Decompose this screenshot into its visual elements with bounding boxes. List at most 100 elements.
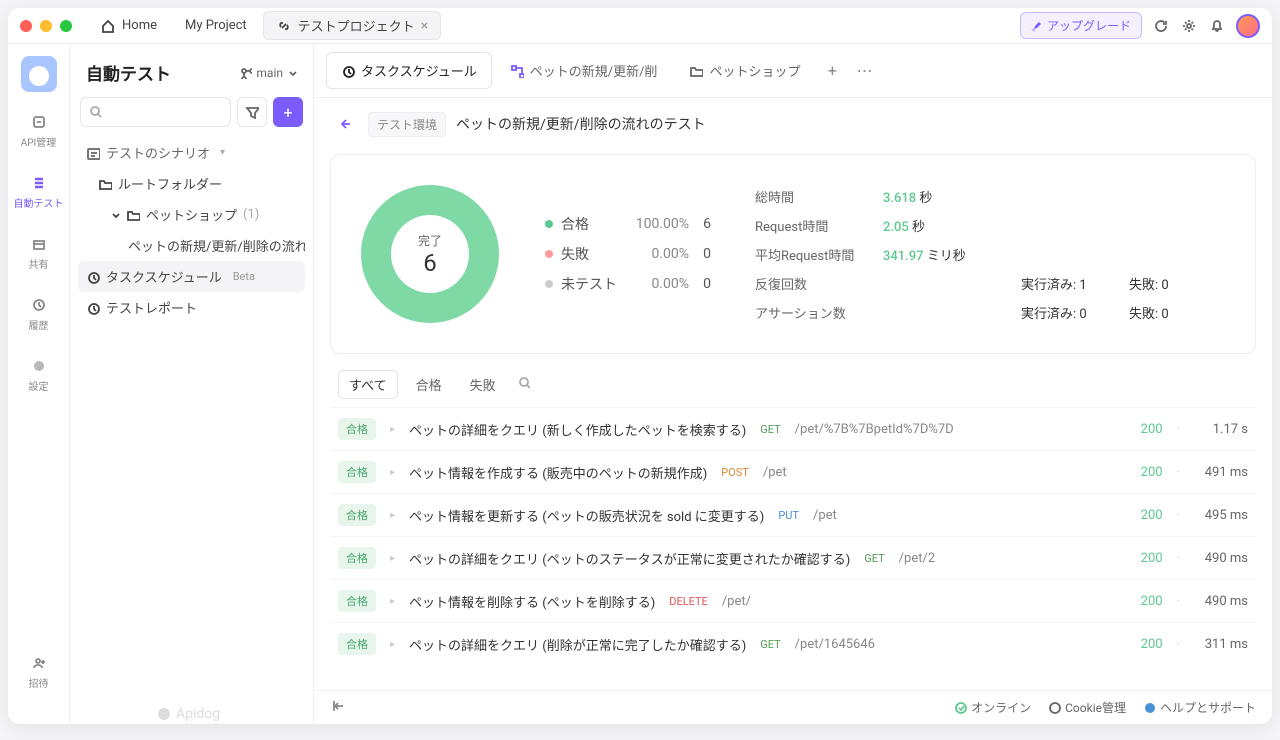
- tree-petshop-count: (1): [243, 207, 259, 222]
- stat-assert-fail: 失敗: 0: [1129, 303, 1199, 322]
- http-method: GET: [760, 638, 780, 651]
- test-icon: [31, 175, 47, 191]
- active-project-tab[interactable]: テストプロジェクト ×: [263, 11, 442, 40]
- add-button[interactable]: +: [273, 97, 303, 127]
- result-row[interactable]: 合格 ▸ ペット情報を更新する (ペットの販売状況を sold に変更する) P…: [330, 493, 1256, 536]
- workspace-avatar[interactable]: [21, 56, 57, 92]
- share-icon: [31, 236, 47, 252]
- rail-api[interactable]: API管理: [8, 110, 69, 153]
- tab-petshop[interactable]: ペットショップ: [675, 53, 814, 88]
- tree-petflow-label: ペットの新規/更新/削除の流れ: [128, 236, 305, 255]
- user-avatar[interactable]: [1236, 14, 1260, 38]
- status-badge: 合格: [338, 504, 376, 526]
- filter-pass[interactable]: 合格: [406, 371, 452, 398]
- rail-share[interactable]: 共有: [8, 232, 69, 275]
- tree-report[interactable]: テストレポート: [78, 292, 305, 323]
- result-row[interactable]: 合格 ▸ ペット情報を削除する (ペットを削除する) DELETE /pet/ …: [330, 579, 1256, 622]
- tree-schedule[interactable]: タスクスケジュール Beta: [78, 261, 305, 292]
- chevron-icon: ▸: [390, 639, 395, 650]
- tree-petshop-label: ペットショップ: [146, 205, 237, 224]
- tree-root-folder-label: ルートフォルダー: [118, 174, 222, 193]
- http-method: POST: [721, 466, 749, 479]
- legend-untested-pct: 0.00%: [625, 276, 689, 292]
- environment-badge: テスト環境: [368, 112, 446, 137]
- request-path: /pet: [763, 465, 787, 480]
- rail-autotest[interactable]: 自動テスト: [8, 171, 69, 214]
- maximize-window[interactable]: [60, 20, 72, 32]
- status-code: 200: [1141, 422, 1163, 437]
- legend-fail: 失敗 0.00% 0: [545, 244, 715, 264]
- stat-avg-req-label: 平均Request時間: [755, 245, 865, 264]
- upgrade-button[interactable]: アップグレード: [1020, 12, 1142, 39]
- page-title: ペットの新規/更新/削除の流れのテスト: [456, 114, 706, 134]
- refresh-icon[interactable]: [1152, 17, 1170, 35]
- status-code: 200: [1141, 508, 1163, 523]
- legend-pass-count: 6: [697, 216, 711, 232]
- more-tabs-button[interactable]: ⋯: [850, 57, 878, 85]
- bell-icon[interactable]: [1208, 17, 1226, 35]
- stats-grid: 総時間 3.618 秒 Request時間 2.05 秒 平均Request時間…: [755, 187, 1199, 322]
- add-tab-button[interactable]: +: [818, 57, 846, 85]
- settings-icon[interactable]: [1180, 17, 1198, 35]
- request-path: /pet/2: [899, 551, 935, 566]
- tree-scenarios-label: テストのシナリオ: [106, 143, 210, 162]
- tree-petflow[interactable]: ペットの新規/更新/削除の流れ: [78, 230, 305, 261]
- chevron-icon: ▸: [390, 596, 395, 607]
- project-tab[interactable]: My Project: [173, 14, 259, 37]
- legend-fail-name: 失敗: [561, 244, 617, 264]
- brand-watermark: Apidog: [156, 706, 220, 722]
- search-input[interactable]: [80, 97, 231, 127]
- request-path: /pet: [813, 508, 837, 523]
- tree-section-scenarios[interactable]: テストのシナリオ ▾: [78, 137, 305, 168]
- result-name: ペット情報を作成する (販売中のペットの新規作成): [409, 463, 707, 482]
- tab-petflow[interactable]: ペットの新規/更新/削: [496, 53, 672, 88]
- footer-online[interactable]: オンライン: [955, 699, 1031, 716]
- history-icon: [31, 297, 47, 313]
- status-code: 200: [1141, 594, 1163, 609]
- footer-cookie[interactable]: Cookie管理: [1049, 699, 1126, 716]
- rail-invite[interactable]: 招待: [8, 651, 69, 694]
- close-window[interactable]: [20, 20, 32, 32]
- tab-schedule[interactable]: タスクスケジュール: [326, 52, 492, 89]
- legend-fail-pct: 0.00%: [625, 246, 689, 262]
- filter-search-button[interactable]: [514, 372, 536, 398]
- stat-iter-label: 反復回数: [755, 274, 865, 293]
- tab-schedule-label: タスクスケジュール: [361, 61, 477, 80]
- link-icon: [276, 18, 292, 34]
- summary-card: 完了 6 合格 100.00% 6 失敗 0.00% 0: [330, 154, 1256, 354]
- result-row[interactable]: 合格 ▸ ペットの詳細をクエリ (新しく作成したペットを検索する) GET /p…: [330, 407, 1256, 450]
- footer-help[interactable]: ヘルプとサポート: [1144, 699, 1256, 716]
- tree-petshop-folder[interactable]: ペットショップ (1): [78, 199, 305, 230]
- status-badge: 合格: [338, 461, 376, 483]
- filter-button[interactable]: [237, 97, 267, 127]
- rail-settings[interactable]: 設定: [8, 354, 69, 397]
- rail-api-label: API管理: [21, 134, 57, 149]
- stat-total-time-value: 3.618 秒: [883, 187, 1003, 206]
- request-path: /pet/: [722, 594, 751, 609]
- stat-assert-label: アサーション数: [755, 303, 865, 322]
- close-tab-icon[interactable]: ×: [421, 18, 428, 34]
- home-label: Home: [122, 18, 157, 33]
- minimize-window[interactable]: [40, 20, 52, 32]
- back-button[interactable]: [330, 110, 358, 138]
- legend-untested: 未テスト 0.00% 0: [545, 274, 715, 294]
- result-row[interactable]: 合格 ▸ ペット情報を作成する (販売中のペットの新規作成) POST /pet…: [330, 450, 1256, 493]
- rail-history[interactable]: 履歴: [8, 293, 69, 336]
- result-row[interactable]: 合格 ▸ ペットの詳細をクエリ (ペットのステータスが正常に変更されたか確認する…: [330, 536, 1256, 579]
- caret-icon: ▾: [220, 147, 225, 158]
- status-badge: 合格: [338, 590, 376, 612]
- http-method: DELETE: [669, 595, 708, 608]
- filter-fail[interactable]: 失敗: [460, 371, 506, 398]
- tree-root-folder[interactable]: ルートフォルダー: [78, 168, 305, 199]
- collapse-sidebar-button[interactable]: [330, 698, 346, 717]
- upgrade-label: アップグレード: [1047, 17, 1131, 34]
- result-row[interactable]: 合格 ▸ ペットの詳細をクエリ (削除が正常に完了したか確認する) GET /p…: [330, 622, 1256, 665]
- beta-badge: Beta: [228, 269, 260, 284]
- chevron-icon: ▸: [390, 553, 395, 564]
- dot-icon: [545, 220, 553, 228]
- home-tab[interactable]: Home: [88, 14, 169, 38]
- branch-selector[interactable]: main: [240, 66, 297, 80]
- result-name: ペットの詳細をクエリ (ペットのステータスが正常に変更されたか確認する): [409, 549, 850, 568]
- stat-avg-req-value: 341.97 ミリ秒: [883, 245, 1003, 264]
- filter-all[interactable]: すべて: [338, 370, 398, 399]
